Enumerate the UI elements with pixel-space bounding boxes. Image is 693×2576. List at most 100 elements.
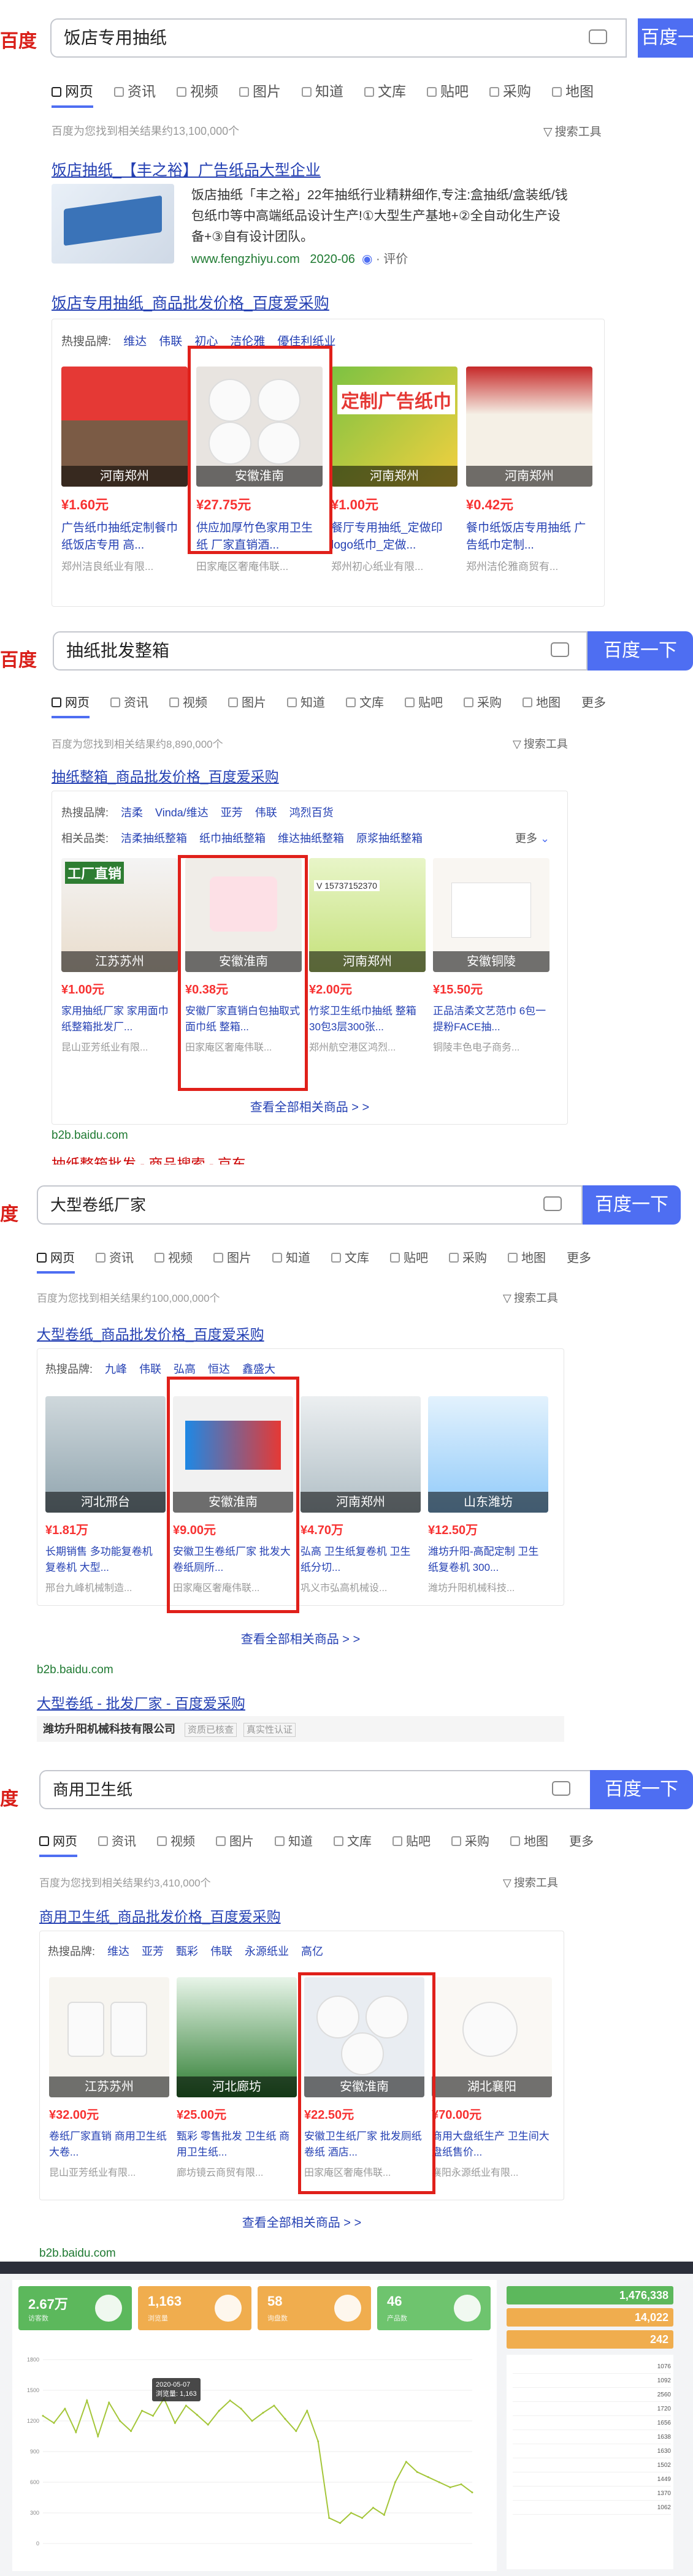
product-card[interactable]: 河北邢台 ¥1.81万 长期销售 多功能复卷机 复卷机 大型... 邢台九峰机械制造… [45,1396,166,1594]
tab-more[interactable]: 更多 [569,1835,594,1848]
view-all-link[interactable]: 查看全部相关商品 > > [39,2213,564,2230]
search-tools[interactable]: ▽ 搜索工具 [503,1290,558,1305]
source-url[interactable]: b2b.baidu.com [52,1129,128,1142]
brand-link[interactable]: 鸿烈百货 [289,807,334,819]
tab-tieba[interactable]: 贴吧 [405,696,443,710]
product-card[interactable]: 河南郑州 ¥1.60元 广告纸巾抽纸定制餐巾纸饭店专用 高... 郑州洁良纸业有限.… [61,367,188,573]
search-input[interactable]: 抽纸批发整箱 [53,631,588,671]
tab-web[interactable]: 网页 [52,83,93,108]
source-url[interactable]: b2b.baidu.com [37,1663,113,1677]
tab-wenku[interactable]: 文库 [364,83,406,99]
tab-images[interactable]: 图片 [239,83,281,99]
category-link[interactable]: 原浆抽纸整箱 [356,832,423,845]
tab-more[interactable]: 更多 [581,696,606,710]
tab-video[interactable]: 视频 [155,1252,193,1265]
tab-zhidao[interactable]: 知道 [275,1835,313,1848]
camera-icon[interactable] [543,1196,562,1211]
category-link[interactable]: 纸巾抽纸整箱 [199,832,266,845]
tab-images[interactable]: 图片 [228,696,266,710]
brand-link[interactable]: Vinda/维达 [155,807,209,819]
brand-link[interactable]: 九峰 [105,1363,127,1375]
search-input[interactable]: 商用卫生纸 [39,1770,591,1809]
search-tools[interactable]: ▽ 搜索工具 [513,735,568,751]
source-url[interactable]: b2b.baidu.com [39,2247,116,2260]
search-button[interactable]: 百度一下 [590,1770,693,1809]
tab-web[interactable]: 网页 [52,696,90,718]
search-button[interactable]: 百度一下 [588,631,693,671]
search-button[interactable]: 百度一 [638,18,693,58]
brand-link[interactable]: 亚芳 [221,807,243,819]
tab-images[interactable]: 图片 [216,1835,254,1848]
tab-tieba[interactable]: 贴吧 [390,1252,428,1265]
brand-link[interactable]: 维达 [123,335,147,348]
product-card[interactable]: 河北廊坊 ¥25.00元 甄彩 零售批发 卫生纸 商用卫生纸... 廊坊镜云商贸有限… [177,1977,297,2179]
b2b-title[interactable]: 抽纸整箱_商品批发价格_百度爱采购 [52,765,279,786]
product-card[interactable]: V 15737152370 河南郑州 ¥2.00元 竹浆卫生纸巾抽纸 整箱30包3层… [309,858,426,1054]
tab-wenku[interactable]: 文库 [331,1252,369,1265]
tab-wenku[interactable]: 文库 [346,696,384,710]
tab-map[interactable]: 地图 [552,83,594,99]
company-name[interactable]: 潍坊升阳机械科技有限公司 [43,1723,175,1735]
tab-wenku[interactable]: 文库 [334,1835,372,1848]
tab-video[interactable]: 视频 [177,83,218,99]
search-button[interactable]: 百度一下 [583,1185,681,1225]
search-input[interactable]: 大型卷纸厂家 [37,1185,583,1225]
brand-link[interactable]: 洁柔 [121,807,143,819]
tab-more[interactable]: 更多 [567,1252,591,1265]
tab-news[interactable]: 资讯 [96,1252,134,1265]
product-card[interactable]: 定制广告纸巾 河南郑州 ¥1.00元 餐厅专用抽纸_定做印logo纸巾_定做... 郑… [331,367,458,573]
product-card[interactable]: 工厂直销 江苏苏州 ¥1.00元 家用抽纸厂家 家用面巾纸整箱批发厂... 昆山亚芳纸… [61,858,178,1054]
category-link[interactable]: 维达抽纸整箱 [278,832,344,845]
tab-map[interactable]: 地图 [510,1835,548,1848]
product-card[interactable]: 河南郑州 ¥4.70万 弘高 卫生纸复卷机 卫生纸分切... 巩义市弘高机械设... [301,1396,421,1594]
product-card[interactable]: 河南郑州 ¥0.42元 餐巾纸饭店专用抽纸 广告纸巾定制... 郑州洁伦雅商贸有..… [466,367,592,573]
tab-news[interactable]: 资讯 [98,1835,136,1848]
tab-zhidao[interactable]: 知道 [272,1252,310,1265]
camera-icon[interactable] [552,1781,570,1796]
product-card[interactable]: 湖北襄阳 ¥70.00元 商用大盘纸生产 卫生间大盘纸售价... 襄阳永源纸业有限.… [432,1977,552,2179]
product-card[interactable]: 山东潍坊 ¥12.50万 潍坊升阳-高配定制 卫生纸复卷机 300... 潍坊升阳机… [428,1396,548,1594]
brand-link[interactable]: 恒达 [208,1363,230,1375]
search-input[interactable]: 饭店专用抽纸 [50,18,627,58]
tab-zhidao[interactable]: 知道 [302,83,343,99]
tab-tieba[interactable]: 贴吧 [427,83,469,99]
ad-title[interactable]: 饭店抽纸_【丰之裕】广告纸品大型企业 [52,158,321,180]
next-result-title[interactable]: 抽纸整箱批发 - 商品搜索 - 京东 [52,1152,246,1165]
tab-tieba[interactable]: 贴吧 [392,1835,431,1848]
camera-icon[interactable] [551,642,569,657]
brand-link[interactable]: 弘高 [174,1363,196,1375]
brand-link[interactable]: 伟联 [210,1945,232,1958]
tab-video[interactable]: 视频 [157,1835,195,1848]
tab-video[interactable]: 视频 [169,696,207,710]
tab-zhidao[interactable]: 知道 [287,696,325,710]
product-card[interactable]: 安徽铜陵 ¥15.50元 正品洁柔文艺范巾 6包一提粉FACE抽... 铜陵丰色电子… [433,858,549,1054]
tab-map[interactable]: 地图 [523,696,561,710]
brand-link[interactable]: 永源纸业 [245,1945,289,1958]
b2b-title[interactable]: 商用卫生纸_商品批发价格_百度爱采购 [39,1905,281,1926]
b2b-title[interactable]: 大型卷纸_商品批发价格_百度爱采购 [37,1323,264,1343]
tab-caigou[interactable]: 采购 [489,83,531,99]
tab-map[interactable]: 地图 [508,1252,546,1265]
tab-web[interactable]: 网页 [37,1252,75,1274]
search-tools[interactable]: ▽ 搜索工具 [543,123,602,139]
tab-images[interactable]: 图片 [213,1252,251,1265]
brand-link[interactable]: 伟联 [139,1363,161,1375]
ad-url[interactable]: www.fengzhiyu.com 2020-06 ◉ · 评价 [191,249,408,267]
b2b-title[interactable]: 饭店专用抽纸_商品批发价格_百度爱采购 [52,291,329,313]
tab-caigou[interactable]: 采购 [464,696,502,710]
brand-link[interactable]: 伟联 [255,807,277,819]
brand-link[interactable]: 亚芳 [142,1945,164,1958]
category-link[interactable]: 洁柔抽纸整箱 [121,832,187,845]
camera-icon[interactable] [589,29,607,44]
tab-web[interactable]: 网页 [39,1835,77,1857]
brand-link[interactable]: 甄彩 [176,1945,198,1958]
brand-link[interactable]: 维达 [107,1945,129,1958]
product-card[interactable]: 江苏苏州 ¥32.00元 卷纸厂家直销 商用卫生纸 大卷... 昆山亚芳纸业有限..… [49,1977,169,2179]
more-link[interactable]: 更多 ⌄ [515,830,549,846]
view-all-link[interactable]: 查看全部相关商品 > > [37,1629,564,1647]
brand-link[interactable]: 伟联 [159,335,182,348]
brand-link[interactable]: 高亿 [301,1945,323,1958]
brand-link[interactable]: 鑫盛大 [242,1363,275,1375]
tab-news[interactable]: 资讯 [110,696,148,710]
tab-news[interactable]: 资讯 [114,83,156,99]
